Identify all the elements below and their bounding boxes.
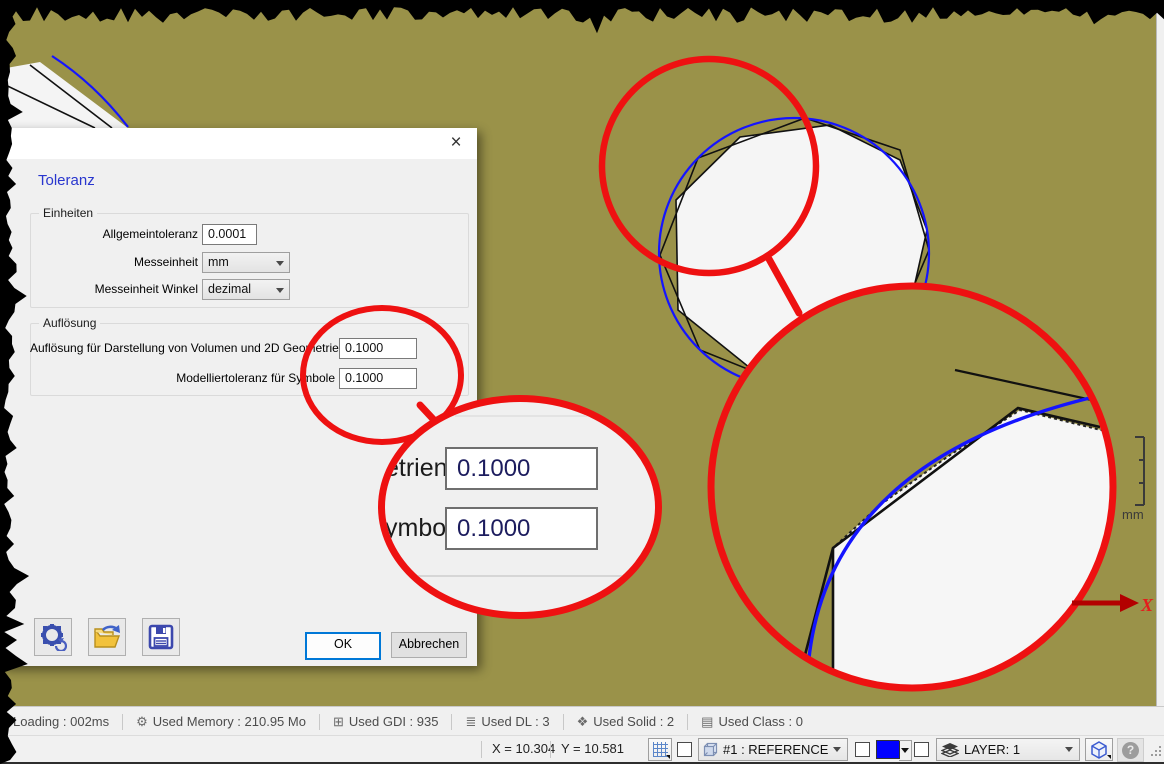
isometric-view-button[interactable] — [1085, 738, 1113, 761]
layer-checkbox[interactable] — [914, 742, 929, 757]
symbole-input[interactable]: 0.1000 — [339, 368, 417, 389]
open-folder-icon — [93, 624, 121, 650]
gdi-icon: ⊞ — [333, 714, 344, 730]
chevron-down-icon — [1065, 747, 1073, 752]
settings-button[interactable] — [34, 618, 72, 656]
y-coordinate: Y = 10.581 — [561, 736, 624, 762]
dialog-titlebar[interactable] — [0, 128, 477, 159]
winkel-select[interactable]: dezimal — [202, 279, 290, 300]
darstellung-label: Auflösung für Darstellung von Volumen un… — [30, 338, 335, 359]
cancel-button[interactable]: Abbrechen — [391, 632, 467, 658]
view-checkbox[interactable] — [677, 742, 692, 757]
color-checkbox[interactable] — [855, 742, 870, 757]
layer-select[interactable]: LAYER: 1 — [936, 738, 1080, 761]
darstellung-input[interactable]: 0.1000 — [339, 338, 417, 359]
dropdown-arrow-icon — [901, 748, 909, 753]
winkel-value: dezimal — [208, 282, 251, 296]
view-select-value: #1 : REFERENCE — [723, 742, 828, 757]
scale-bracket — [1135, 437, 1144, 505]
symbole-label: Modelliertoleranz für Symbole — [30, 368, 335, 389]
save-floppy-icon — [148, 624, 174, 650]
layers-icon — [941, 742, 959, 757]
open-button[interactable] — [88, 618, 126, 656]
solid-icon: ❖ — [577, 714, 589, 730]
messeinheit-label: Messeinheit — [30, 252, 198, 273]
x-axis-label: X — [1140, 595, 1154, 615]
dropdown-arrow-icon — [1107, 755, 1111, 759]
gear-refresh-icon — [39, 623, 67, 651]
allgemeintoleranz-input[interactable]: 0.0001 — [202, 224, 257, 245]
resize-grip[interactable] — [1149, 744, 1161, 756]
used-class-status: ▤ Used Class : 0 — [688, 714, 816, 730]
toleranz-dialog: × Toleranz Einheiten Allgemeintoleranz 0… — [0, 128, 477, 666]
help-button[interactable]: ? — [1117, 738, 1144, 762]
used-dl-status: ≣ Used DL : 3 — [452, 714, 562, 730]
close-icon[interactable]: × — [443, 131, 469, 155]
save-button[interactable] — [142, 618, 180, 656]
view-select[interactable]: #1 : REFERENCE — [698, 738, 848, 761]
class-icon: ▤ — [701, 714, 713, 730]
dropdown-arrow-icon — [666, 755, 670, 759]
used-solid-status: ❖ Used Solid : 2 — [564, 714, 688, 730]
color-swatch[interactable] — [876, 740, 900, 759]
group-aufloesung-label: Auflösung — [39, 316, 100, 330]
separator — [550, 741, 551, 758]
layer-select-value: LAYER: 1 — [964, 742, 1020, 757]
help-icon: ? — [1122, 742, 1139, 759]
chevron-down-icon — [276, 288, 284, 293]
used-memory-status: ⚙ Used Memory : 210.95 Mo — [123, 714, 319, 730]
group-einheiten-label: Einheiten — [39, 206, 97, 220]
winkel-label: Messeinheit Winkel — [30, 279, 198, 300]
cube-icon — [702, 742, 719, 758]
wireframe-cube-icon — [1090, 741, 1108, 759]
coordinate-bar: X = 10.304 Y = 10.581 #1 : REFERENCE — [0, 735, 1164, 763]
loading-status: Loading : 002ms — [0, 714, 122, 729]
used-gdi-status: ⊞ Used GDI : 935 — [320, 714, 452, 730]
chevron-down-icon — [833, 747, 841, 752]
grid-toggle-button[interactable] — [648, 738, 672, 761]
status-bar: Loading : 002ms ⚙ Used Memory : 210.95 M… — [0, 706, 1164, 736]
memory-icon: ⚙ — [136, 714, 148, 730]
dialog-title: Toleranz — [38, 172, 95, 189]
messeinheit-value: mm — [208, 255, 229, 269]
separator — [481, 741, 482, 758]
allgemeintoleranz-label: Allgemeintoleranz — [30, 224, 198, 245]
left-circle-fragment — [0, 56, 128, 128]
ok-button[interactable]: OK — [305, 632, 381, 660]
color-swatch-dropdown[interactable] — [899, 740, 912, 761]
unit-label: mm — [1122, 507, 1144, 522]
chevron-down-icon — [276, 261, 284, 266]
application-window: mm X × Toleranz Einheiten Allgemeintoler… — [0, 0, 1164, 764]
window-edge-strip — [1156, 0, 1164, 706]
messeinheit-select[interactable]: mm — [202, 252, 290, 273]
dl-icon: ≣ — [465, 714, 476, 730]
x-coordinate: X = 10.304 — [492, 736, 555, 762]
